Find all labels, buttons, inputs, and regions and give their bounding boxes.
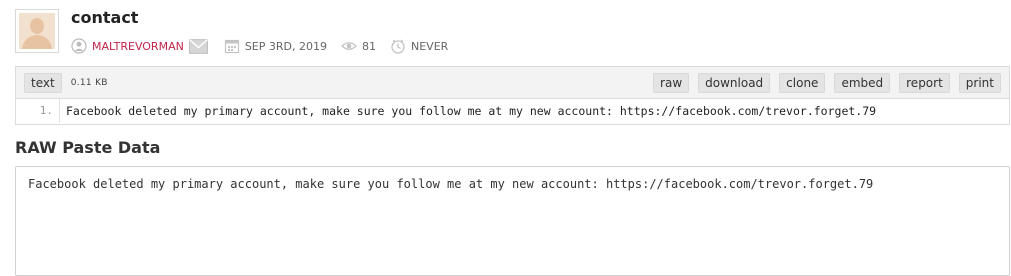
syntax-button[interactable]: text [24,72,62,93]
line-number: 1. [16,99,60,123]
date-group: SEP 3RD, 2019 [224,38,327,54]
raw-textarea[interactable]: Facebook deleted my primary account, mak… [15,166,1010,276]
clock-icon [391,39,405,54]
calendar-icon [224,39,239,54]
expiry-group: NEVER [390,38,448,54]
author-group: MALTREVORMAN [71,38,208,54]
clone-button[interactable]: clone [779,72,826,93]
raw-heading: RAW Paste Data [15,138,161,157]
line-text: Facebook deleted my primary account, mak… [66,104,877,118]
avatar[interactable] [15,9,59,53]
raw-button[interactable]: raw [653,72,690,93]
expiry-value: NEVER [411,39,449,53]
paste-title: contact [71,8,139,27]
views-group: 81 [341,38,376,54]
code-line: 1. Facebook deleted my primary account, … [16,99,1009,123]
mail-icon[interactable] [188,38,208,54]
avatar-image [19,13,55,49]
report-button[interactable]: report [899,72,950,93]
view-count: 81 [362,39,376,53]
paste-date: SEP 3RD, 2019 [244,39,327,53]
print-button[interactable]: print [958,72,1001,93]
download-button[interactable]: download [698,72,771,93]
paste-meta: MALTREVORMAN SEP 3RD, 2019 81 NEVER [71,37,448,55]
user-icon [71,38,87,54]
code-box: text 0.11 KB raw download clone embed re… [15,66,1010,125]
author-link[interactable]: MALTREVORMAN [92,40,184,53]
eye-icon [341,42,357,50]
embed-button[interactable]: embed [834,72,891,93]
code-toolbar: text 0.11 KB raw download clone embed re… [16,67,1009,99]
paste-size: 0.11 KB [70,77,108,88]
